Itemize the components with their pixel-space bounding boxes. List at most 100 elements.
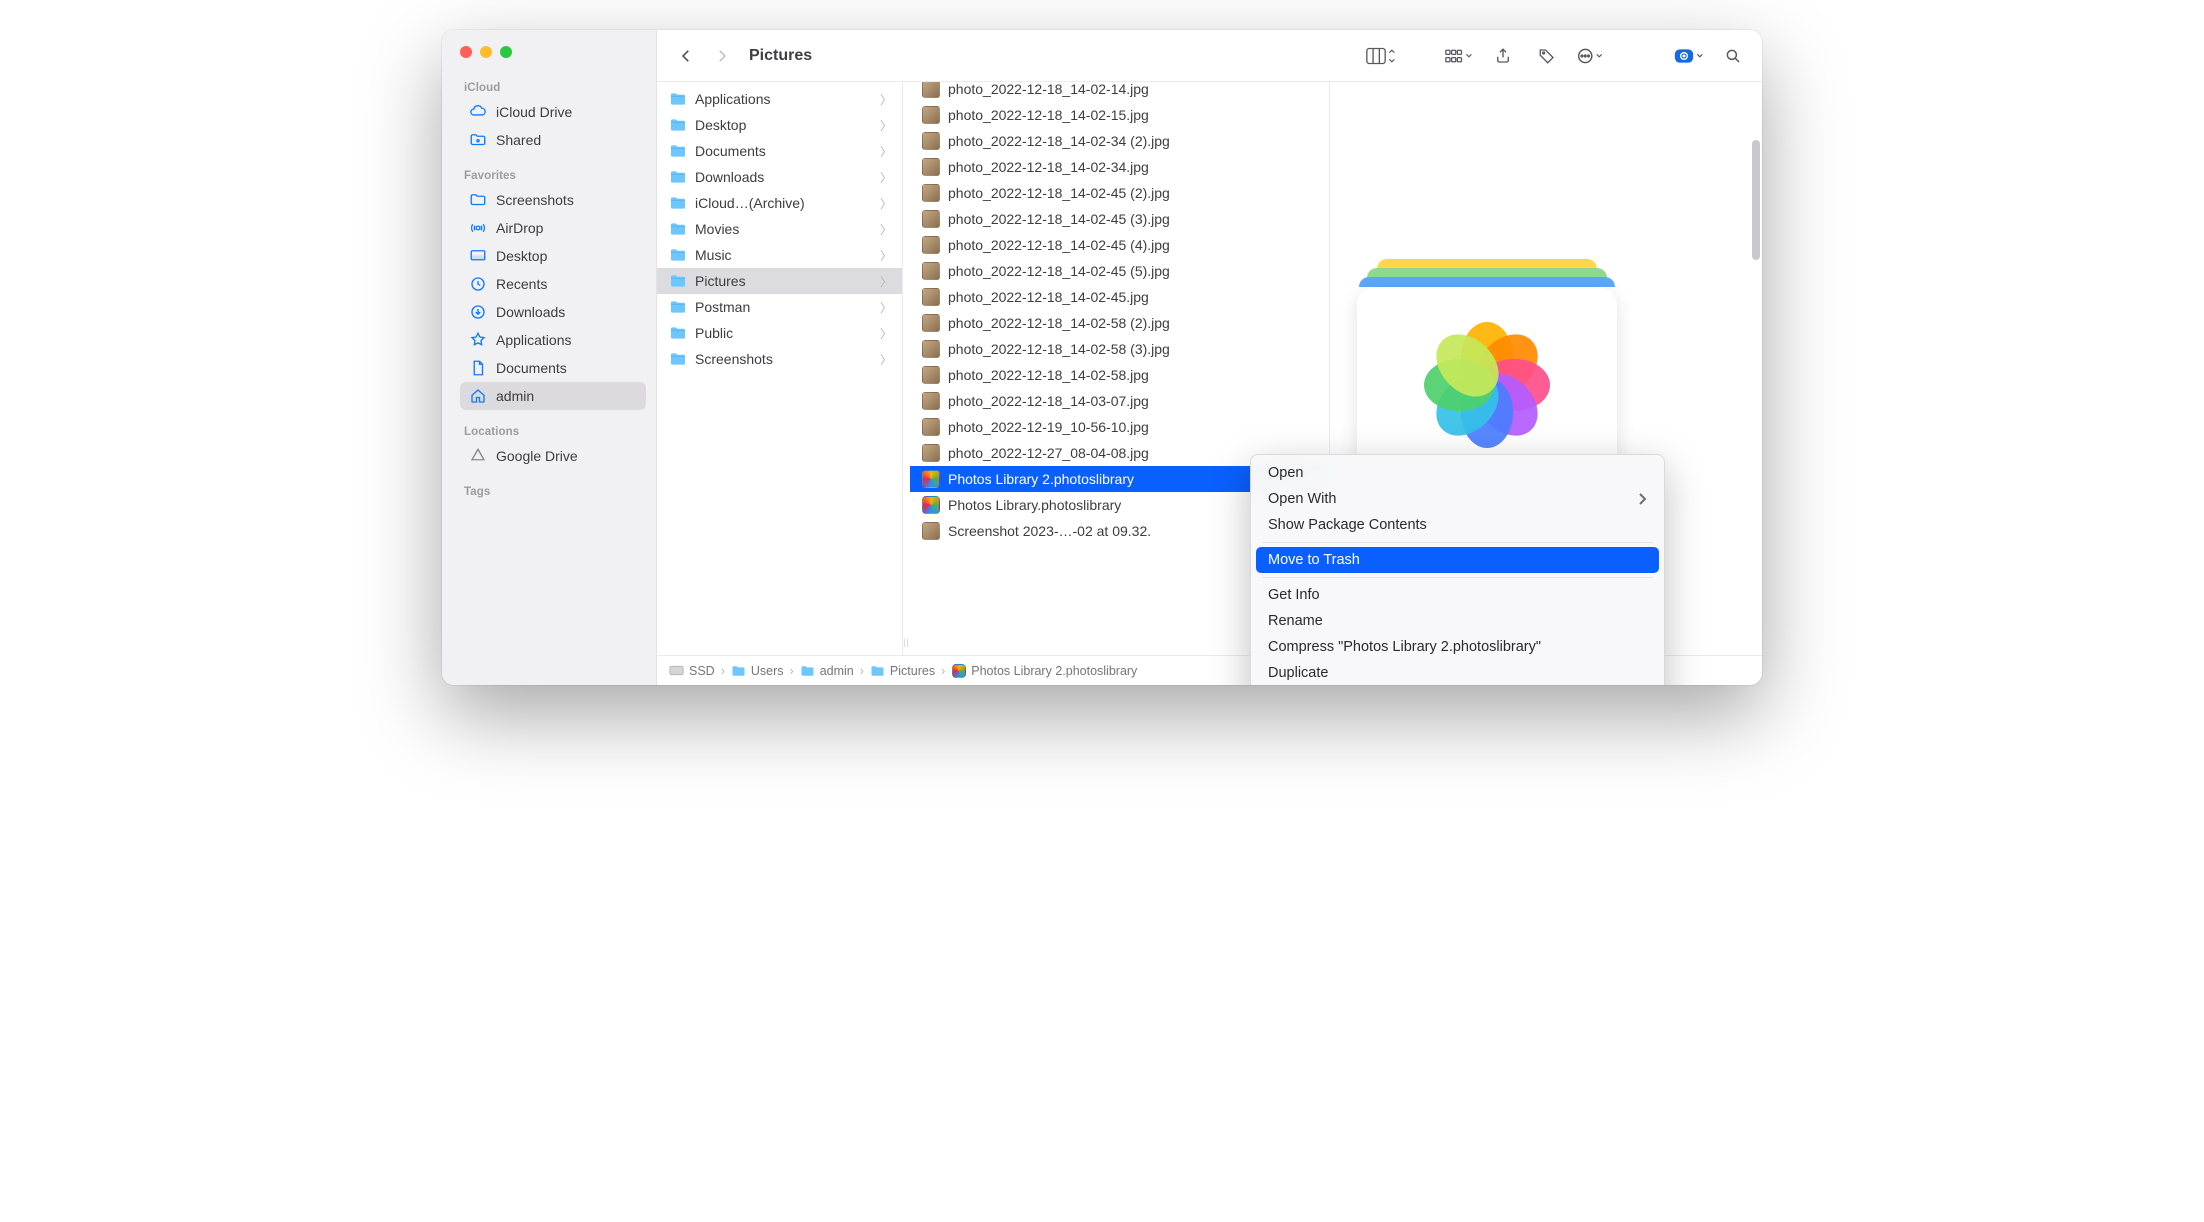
file-label: photo_2022-12-18_14-03-07.jpg [948,393,1149,409]
path-label: Users [751,664,784,678]
image-thumbnail-icon [922,262,940,280]
ctx-get-info[interactable]: Get Info [1256,582,1659,608]
file-row[interactable]: photo_2022-12-18_14-02-45.jpg [910,284,1329,310]
sidebar-item-shared[interactable]: Shared [460,126,646,154]
photos-app-icon [1417,312,1557,452]
forward-button[interactable] [707,41,737,71]
ctx-move-to-trash[interactable]: Move to Trash [1256,547,1659,573]
file-row[interactable]: photo_2022-12-18_14-02-15.jpg [910,102,1329,128]
path-segment[interactable]: Photos Library 2.photoslibrary [951,664,1137,678]
sidebar-item-applications[interactable]: Applications [460,326,646,354]
chevron-right-icon: 〉 [880,299,892,316]
sidebar-item-icloud-drive[interactable]: iCloud Drive [460,98,646,126]
clock-icon [469,275,487,293]
file-row[interactable]: photo_2022-12-18_14-02-58 (2).jpg [910,310,1329,336]
ctx-open[interactable]: Open [1256,460,1659,486]
folder-row[interactable]: iCloud…(Archive)〉 [657,190,902,216]
file-label: photo_2022-12-18_14-02-58.jpg [948,367,1149,383]
file-row[interactable]: photo_2022-12-18_14-02-45 (4).jpg [910,232,1329,258]
view-columns-button[interactable] [1366,41,1396,71]
search-button[interactable] [1718,41,1748,71]
path-separator: › [721,664,725,678]
close-button[interactable] [460,46,472,58]
sidebar-item-screenshots[interactable]: Screenshots [460,186,646,214]
ctx-rename[interactable]: Rename [1256,608,1659,634]
tags-button[interactable] [1532,41,1562,71]
sidebar-item-documents[interactable]: Documents [460,354,646,382]
ctx-compress[interactable]: Compress "Photos Library 2.photoslibrary… [1256,634,1659,660]
file-label: Documents [695,143,766,159]
sidebar-item-airdrop[interactable]: AirDrop [460,214,646,242]
file-row[interactable]: photo_2022-12-19_10-56-10.jpg [910,414,1329,440]
path-segment[interactable]: Users [731,664,784,678]
file-label: Downloads [695,169,764,185]
path-icon [669,665,684,677]
path-icon [731,665,746,677]
path-segment[interactable]: Pictures [870,664,935,678]
actions-button[interactable] [1576,41,1606,71]
file-row[interactable]: photo_2022-12-18_14-02-45 (3).jpg [910,206,1329,232]
sidebar-item-label: Recents [496,276,547,292]
app-icon [469,331,487,349]
path-segment[interactable]: admin [800,664,854,678]
ctx-open-with[interactable]: Open With [1256,486,1659,512]
folder-row[interactable]: Desktop〉 [657,112,902,138]
folder-row[interactable]: Documents〉 [657,138,902,164]
image-thumbnail-icon [922,392,940,410]
file-label: Public [695,325,733,341]
folder-row[interactable]: Downloads 〉 [657,164,902,190]
sidebar-item-downloads[interactable]: Downloads [460,298,646,326]
scrollbar-thumb[interactable] [1752,140,1760,260]
file-row[interactable]: photo_2022-12-18_14-02-34.jpg [910,154,1329,180]
file-row[interactable]: photo_2022-12-18_14-02-58 (3).jpg [910,336,1329,362]
sidebar-item-desktop[interactable]: Desktop [460,242,646,270]
column-resize-handle[interactable]: || [903,82,910,655]
group-button[interactable] [1444,41,1474,71]
sidebar-item-recents[interactable]: Recents [460,270,646,298]
sidebar-section-favorites: Favorites [460,162,646,186]
folder-row[interactable]: Postman〉 [657,294,902,320]
sidebar-section-icloud: iCloud [460,74,646,98]
image-thumbnail-icon [922,366,940,384]
sidebar-item-google-drive[interactable]: Google Drive [460,442,646,470]
ctx-duplicate[interactable]: Duplicate [1256,660,1659,685]
preview-options-button[interactable] [1674,41,1704,71]
chevron-right-icon: 〉 [880,117,892,134]
sidebar-item-label: iCloud Drive [496,104,572,120]
folder-icon [669,324,687,342]
folder-row[interactable]: Movies〉 [657,216,902,242]
ctx-label: Show Package Contents [1268,517,1427,533]
finder-window: iCloud iCloud Drive Shared Favorites Scr… [442,30,1762,685]
path-icon [870,665,885,677]
file-row[interactable]: photo_2022-12-18_14-02-14.jpg [910,82,1329,102]
ctx-separator [1262,542,1653,543]
minimize-button[interactable] [480,46,492,58]
path-segment[interactable]: SSD [669,664,715,678]
ctx-show-package-contents[interactable]: Show Package Contents [1256,512,1659,538]
folder-row[interactable]: Applications〉 [657,86,902,112]
folder-row[interactable]: Public〉 [657,320,902,346]
file-label: photo_2022-12-18_14-02-14.jpg [948,82,1149,97]
file-row[interactable]: photo_2022-12-18_14-02-45 (5).jpg [910,258,1329,284]
sidebar-item-admin[interactable]: admin [460,382,646,410]
ctx-label: Move to Trash [1268,552,1360,568]
file-label: Music [695,247,732,263]
chevron-right-icon: 〉 [880,169,892,186]
document-icon [469,359,487,377]
sidebar-item-label: admin [496,388,534,404]
image-thumbnail-icon [922,184,940,202]
sidebar-section-tags: Tags [460,478,646,502]
file-label: Photos Library 2.photoslibrary [948,471,1134,487]
file-row[interactable]: photo_2022-12-18_14-03-07.jpg [910,388,1329,414]
file-row[interactable]: photo_2022-12-18_14-02-58.jpg [910,362,1329,388]
back-button[interactable] [671,41,701,71]
folder-icon [669,220,687,238]
folder-row[interactable]: Screenshots〉 [657,346,902,372]
file-label: Screenshots [695,351,773,367]
file-row[interactable]: photo_2022-12-18_14-02-45 (2).jpg [910,180,1329,206]
share-button[interactable] [1488,41,1518,71]
file-row[interactable]: photo_2022-12-18_14-02-34 (2).jpg [910,128,1329,154]
folder-row[interactable]: Music〉 [657,242,902,268]
folder-row[interactable]: Pictures〉 [657,268,902,294]
zoom-button[interactable] [500,46,512,58]
